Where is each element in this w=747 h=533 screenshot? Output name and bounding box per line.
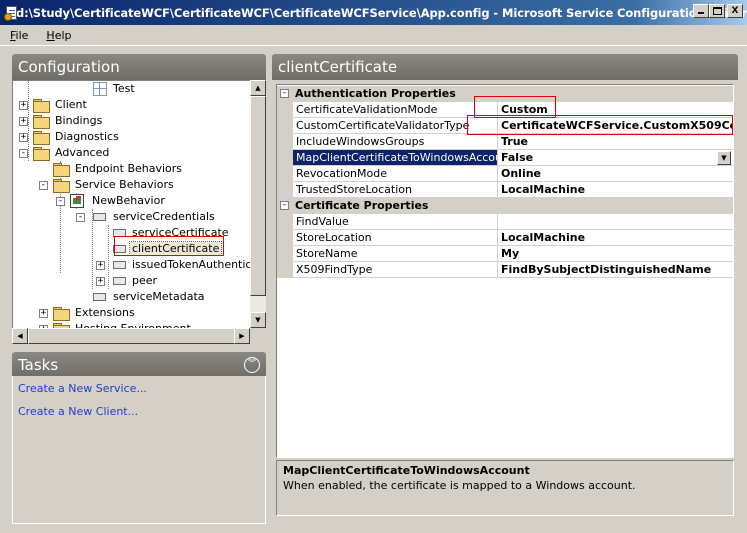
collapse-icon[interactable]: - (280, 201, 289, 210)
category-authentication-properties[interactable]: - Authentication Properties (277, 86, 733, 102)
tree-item-peer[interactable]: + peer (13, 273, 253, 289)
create-new-service-link[interactable]: Create a New Service... (18, 382, 147, 395)
config-node-icon (113, 229, 126, 237)
tree-item-servicemetadata[interactable]: serviceMetadata (13, 289, 253, 305)
minimize-button[interactable] (693, 4, 709, 18)
folder-icon (53, 179, 70, 193)
tree-item[interactable]: Test (13, 81, 253, 97)
tree-item-issuedtokenauthentication[interactable]: + issuedTokenAuthenticati (13, 257, 265, 273)
dropdown-arrow-icon[interactable]: ▼ (717, 151, 731, 165)
folder-icon (33, 99, 50, 113)
property-row[interactable]: StoreName My (277, 246, 733, 262)
collapse-icon[interactable]: - (280, 89, 289, 98)
config-node-icon (113, 277, 126, 285)
expand-icon[interactable]: + (19, 133, 28, 142)
maximize-button[interactable] (709, 4, 725, 18)
category-certificate-properties[interactable]: - Certificate Properties (277, 198, 733, 214)
tree-vertical-scrollbar[interactable]: ▲ ▼ (250, 80, 266, 328)
tree-item-service-behaviors[interactable]: - Service Behaviors (13, 177, 253, 193)
tree-item-endpoint-behaviors[interactable]: Endpoint Behaviors (13, 161, 253, 177)
behavior-icon (70, 194, 84, 208)
properties-header: clientCertificate (272, 54, 738, 80)
expand-icon[interactable]: + (19, 117, 28, 126)
folder-icon (53, 163, 70, 177)
tree-item-bindings[interactable]: + Bindings (13, 113, 253, 129)
folder-icon (33, 131, 50, 145)
collapse-icon[interactable]: - (56, 197, 65, 206)
menu-help[interactable]: Help (38, 29, 79, 42)
collapse-icon[interactable]: - (76, 213, 85, 222)
scroll-thumb[interactable] (28, 328, 238, 344)
collapse-icon[interactable]: - (19, 149, 28, 158)
app-config-icon[interactable] (4, 5, 17, 21)
property-row[interactable]: IncludeWindowsGroups True (277, 134, 733, 150)
expand-icon[interactable]: + (39, 309, 48, 318)
tasks-header: Tasks ︾ (12, 352, 266, 378)
scroll-left-icon[interactable]: ◀ (12, 328, 28, 344)
tasks-panel: Create a New Service... Create a New Cli… (12, 376, 266, 524)
scroll-right-icon[interactable]: ▶ (234, 328, 250, 344)
config-node-icon (113, 245, 126, 253)
title-bar: d:\Study\CertificateWCF\CertificateWCF\C… (0, 0, 747, 25)
create-new-client-link[interactable]: Create a New Client... (18, 405, 138, 418)
menu-bar: Felpile Help (0, 25, 747, 46)
config-node-icon (93, 213, 106, 221)
property-row[interactable]: CustomCertificateValidatorType Certifica… (277, 118, 733, 134)
folder-icon (53, 307, 70, 321)
expand-icon[interactable]: + (19, 101, 28, 110)
configuration-header: Configuration (12, 54, 266, 80)
property-description: MapClientCertificateToWindowsAccount Whe… (276, 460, 734, 516)
tree-item-advanced[interactable]: - Advanced (13, 145, 253, 161)
config-node-icon (93, 293, 106, 301)
property-row-selected[interactable]: MapClientCertificateToWindowsAccount Fal… (277, 150, 733, 166)
property-grid[interactable]: - Authentication Properties CertificateV… (276, 84, 734, 458)
test-icon (93, 82, 107, 96)
tree-item-client[interactable]: + Client (13, 97, 253, 113)
tree-item-newbehavior[interactable]: - NewBehavior (13, 193, 253, 209)
tree-item-diagnostics[interactable]: + Diagnostics (13, 129, 253, 145)
expand-icon[interactable]: + (96, 277, 105, 286)
scroll-up-icon[interactable]: ▲ (250, 80, 266, 96)
configuration-tree[interactable]: Test + Client + Bindings + Diagnostics -… (12, 80, 266, 344)
tree-item-extensions[interactable]: + Extensions (13, 305, 253, 321)
property-row[interactable]: TrustedStoreLocation LocalMachine (277, 182, 733, 198)
property-row[interactable]: FindValue (277, 214, 733, 230)
close-button[interactable]: X (727, 4, 743, 18)
property-row[interactable]: StoreLocation LocalMachine (277, 230, 733, 246)
tree-item-clientcertificate[interactable]: clientCertificate (13, 241, 253, 257)
folder-icon (33, 115, 50, 129)
property-row[interactable]: RevocationMode Online (277, 166, 733, 182)
collapse-icon[interactable]: - (39, 181, 48, 190)
scroll-thumb[interactable] (250, 96, 266, 296)
tree-item-servicecredentials[interactable]: - serviceCredentials (13, 209, 253, 225)
menu-file[interactable]: Felpile (2, 29, 36, 42)
expand-icon[interactable]: + (96, 261, 105, 270)
folder-icon (33, 147, 50, 161)
chevron-collapse-icon[interactable]: ︾ (244, 357, 260, 373)
scroll-down-icon[interactable]: ▼ (250, 312, 266, 328)
property-row[interactable]: X509FindType FindBySubjectDistinguishedN… (277, 262, 733, 278)
property-row[interactable]: CertificateValidationMode Custom (277, 102, 733, 118)
scrollbar-corner (250, 328, 266, 344)
tree-item-servicecertificate[interactable]: serviceCertificate (13, 225, 253, 241)
tree-horizontal-scrollbar[interactable]: ◀ ▶ (12, 328, 250, 344)
window-title: d:\Study\CertificateWCF\CertificateWCF\C… (16, 5, 747, 20)
config-node-icon (113, 261, 126, 269)
